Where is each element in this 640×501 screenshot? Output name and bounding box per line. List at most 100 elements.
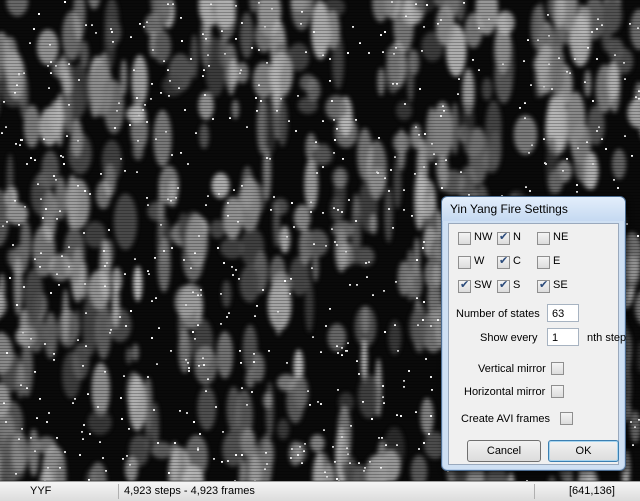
fire-speck xyxy=(426,4,428,6)
dialog-client: NWNNEWCESWSSE Number of states 63 Show e… xyxy=(448,223,619,465)
scanline xyxy=(0,186,640,187)
fire-speck xyxy=(226,316,228,318)
neighbor-label-ne: NE xyxy=(553,231,568,243)
scanline xyxy=(0,12,640,13)
fire-blob xyxy=(114,194,137,250)
fire-speck xyxy=(153,409,155,411)
fire-speck xyxy=(125,325,127,327)
fire-speck xyxy=(388,208,390,210)
fire-speck xyxy=(53,175,55,177)
neighbor-checkbox-w[interactable] xyxy=(458,256,471,269)
fire-blob xyxy=(105,0,119,51)
neighbor-checkbox-nw[interactable] xyxy=(458,232,471,245)
fire-speck xyxy=(355,220,357,222)
fire-speck xyxy=(64,1,66,3)
fire-speck xyxy=(596,58,598,60)
scanline xyxy=(0,60,640,61)
horizontal-mirror-checkbox[interactable] xyxy=(551,385,564,398)
fire-blob xyxy=(508,471,515,481)
fire-speck xyxy=(320,403,322,405)
avi-frames-checkbox[interactable] xyxy=(560,412,573,425)
fire-speck xyxy=(325,325,327,327)
cancel-button[interactable]: Cancel xyxy=(467,440,541,462)
states-input[interactable]: 63 xyxy=(547,304,579,322)
scanline xyxy=(0,45,640,46)
fire-blob xyxy=(410,263,423,299)
ok-button[interactable]: OK xyxy=(548,440,619,462)
fire-blob xyxy=(584,70,591,97)
vertical-mirror-checkbox[interactable] xyxy=(551,362,564,375)
fire-speck xyxy=(382,385,384,387)
fire-blob xyxy=(126,347,132,364)
fire-speck xyxy=(266,157,268,159)
fire-speck xyxy=(114,127,116,129)
neighbor-checkbox-s[interactable] xyxy=(497,280,510,293)
fire-speck xyxy=(83,424,85,426)
fire-speck xyxy=(430,415,432,417)
scanline xyxy=(0,66,640,67)
fire-speck xyxy=(50,292,52,294)
nth-step-label: nth step xyxy=(587,332,626,344)
scanline xyxy=(0,18,640,19)
scanline xyxy=(0,156,640,157)
fire-blob xyxy=(102,140,122,182)
neighbor-checkbox-se[interactable] xyxy=(537,280,550,293)
fire-speck xyxy=(440,115,442,117)
scanline xyxy=(0,138,640,139)
fire-speck xyxy=(545,163,547,165)
fire-speck xyxy=(529,190,531,192)
fire-blob xyxy=(272,198,288,215)
neighbor-checkbox-c[interactable] xyxy=(497,256,510,269)
fire-speck xyxy=(227,202,229,204)
fire-blob xyxy=(269,52,293,96)
fire-speck xyxy=(171,247,173,249)
fire-speck xyxy=(380,34,382,36)
scanline xyxy=(0,162,640,163)
fire-speck xyxy=(400,415,402,417)
scanline xyxy=(0,150,640,151)
fire-speck xyxy=(42,217,44,219)
fire-speck xyxy=(316,172,318,174)
fire-speck xyxy=(199,433,201,435)
fire-speck xyxy=(422,247,424,249)
neighbor-label-n: N xyxy=(513,231,521,243)
fire-speck xyxy=(266,463,268,465)
fire-speck xyxy=(174,442,176,444)
fire-speck xyxy=(423,301,425,303)
scanline xyxy=(0,120,640,121)
scanline xyxy=(0,3,640,4)
fire-speck xyxy=(337,352,339,354)
fire-speck xyxy=(404,103,406,105)
neighbor-checkbox-n[interactable] xyxy=(497,232,510,245)
scanline xyxy=(0,171,640,172)
fire-blob xyxy=(175,286,197,318)
fire-speck xyxy=(38,13,40,15)
scanline xyxy=(0,78,640,79)
vertical-mirror-label: Vertical mirror xyxy=(478,363,546,375)
neighbor-checkbox-e[interactable] xyxy=(537,256,550,269)
settings-dialog: Yin Yang Fire Settings NWNNEWCESWSSE Num… xyxy=(441,196,626,471)
fire-speck xyxy=(425,358,427,360)
fire-speck xyxy=(291,202,293,204)
fire-speck xyxy=(260,100,262,102)
fire-speck xyxy=(48,412,50,414)
scanline xyxy=(0,126,640,127)
fire-speck xyxy=(596,130,598,132)
scanline xyxy=(0,471,640,472)
fire-speck xyxy=(423,166,425,168)
dialog-titlebar[interactable]: Yin Yang Fire Settings xyxy=(442,197,625,221)
fire-speck xyxy=(435,163,437,165)
horizontal-mirror-label: Horizontal mirror xyxy=(464,386,545,398)
fire-speck xyxy=(200,289,202,291)
fire-speck xyxy=(241,454,243,456)
neighbor-checkbox-sw[interactable] xyxy=(458,280,471,293)
neighbor-label-nw: NW xyxy=(474,231,492,243)
fire-speck xyxy=(371,418,373,420)
fire-speck xyxy=(142,109,144,111)
fire-speck xyxy=(295,130,297,132)
fire-speck xyxy=(102,457,104,459)
show-every-input[interactable]: 1 xyxy=(547,328,579,346)
scanline xyxy=(0,99,640,100)
fire-speck xyxy=(152,49,154,51)
neighbor-checkbox-ne[interactable] xyxy=(537,232,550,245)
